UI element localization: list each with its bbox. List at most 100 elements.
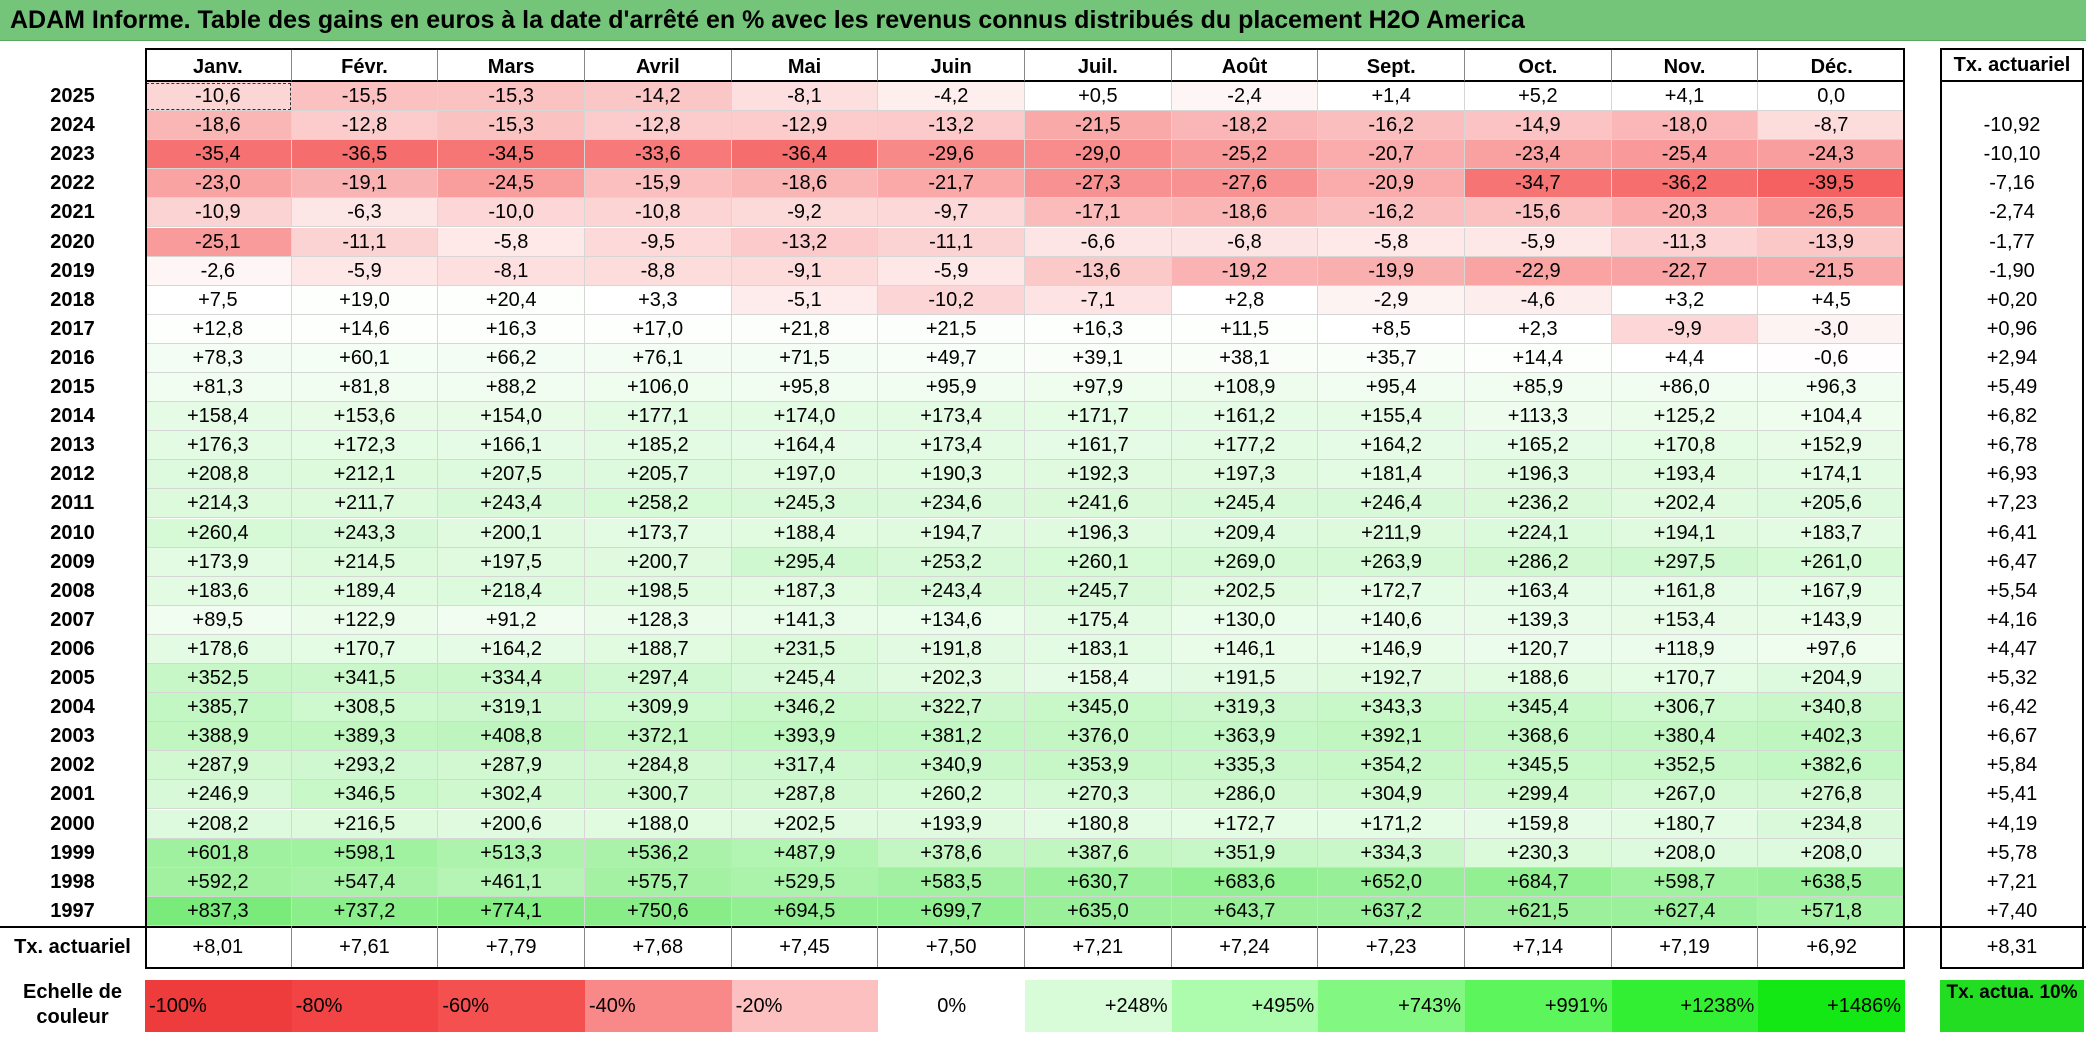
gain-cell: +245,3 — [731, 489, 879, 519]
gain-cell: +209,4 — [1171, 518, 1319, 548]
gain-cell: +208,2 — [145, 809, 292, 839]
gain-cell: +246,4 — [1318, 489, 1466, 519]
gain-cell: +402,3 — [1758, 722, 1906, 752]
actuarial-rate-cell: +5,32 — [1986, 667, 2038, 689]
year-label: 2023 — [50, 143, 95, 166]
gain-cell: +270,3 — [1025, 780, 1172, 810]
gain-cell: +214,5 — [291, 547, 439, 577]
gain-cell: +243,4 — [878, 576, 1025, 606]
gain-cell: +185,2 — [585, 431, 732, 461]
gain-cell: +202,5 — [1171, 576, 1319, 606]
year-label: 2001 — [50, 783, 95, 806]
gain-cell: +95,8 — [731, 373, 879, 403]
gain-cell: +16,3 — [438, 314, 585, 344]
gain-cell: +180,8 — [1025, 809, 1172, 839]
gain-cell: -0,6 — [1758, 343, 1906, 373]
month-header-9: Sept. — [1318, 48, 1466, 82]
actuarial-rate-cell: +5,41 — [1986, 783, 2038, 806]
gain-cell: +392,1 — [1318, 722, 1466, 752]
gain-cell: +152,9 — [1758, 431, 1906, 461]
actuarial-rate-cell: +6,47 — [1986, 550, 2038, 573]
gain-cell: +146,9 — [1318, 634, 1466, 664]
year-label: 2003 — [50, 725, 95, 748]
gain-cell: -15,9 — [585, 169, 732, 199]
year-label: 2008 — [50, 579, 95, 602]
year-label: 1999 — [50, 841, 95, 864]
gain-cell: -25,4 — [1611, 140, 1759, 170]
gain-cell: +286,2 — [1465, 547, 1612, 577]
gain-cell: +190,3 — [878, 460, 1025, 490]
actuarial-rate-cell: -2,74 — [1989, 201, 2035, 224]
gain-cell: -13,2 — [731, 227, 879, 257]
gain-cell: +134,6 — [878, 605, 1025, 635]
gain-cell: +163,4 — [1465, 576, 1612, 606]
gain-cell: +200,6 — [438, 809, 585, 839]
actuarial-rate-cell: +0,20 — [1986, 288, 2038, 311]
gain-cell: +173,7 — [585, 518, 732, 548]
gain-cell: -9,9 — [1611, 314, 1759, 344]
gain-cell: +193,9 — [878, 809, 1025, 839]
gain-cell: +241,6 — [1025, 489, 1172, 519]
year-label: 2000 — [50, 812, 95, 835]
gain-cell: +286,0 — [1171, 780, 1319, 810]
gain-cell: +737,2 — [291, 896, 439, 926]
gain-cell: +174,1 — [1758, 460, 1906, 490]
gain-cell: +683,6 — [1171, 867, 1319, 897]
gain-cell: -15,3 — [438, 111, 585, 141]
gain-cell: +245,4 — [1171, 489, 1319, 519]
gain-cell: -15,6 — [1465, 198, 1612, 228]
gain-cell: +231,5 — [731, 634, 879, 664]
gain-cell: -18,6 — [731, 169, 879, 199]
gain-cell: +334,4 — [438, 664, 585, 694]
year-label: 2017 — [50, 317, 95, 340]
gain-cell: +340,8 — [1758, 693, 1906, 723]
gain-cell: -14,2 — [585, 82, 732, 112]
year-label: 2010 — [50, 521, 95, 544]
gain-cell: +183,6 — [145, 576, 292, 606]
gain-cell: +387,6 — [1025, 838, 1172, 868]
month-header-7: Juil. — [1025, 48, 1172, 82]
gain-cell: +122,9 — [291, 605, 439, 635]
gain-cell: +164,2 — [438, 634, 585, 664]
gain-cell: -8,7 — [1758, 111, 1906, 141]
gain-cell: +181,4 — [1318, 460, 1466, 490]
actuarial-rate-cell: +4,47 — [1986, 637, 2038, 660]
year-label: 2021 — [50, 201, 95, 224]
gain-cell: -29,6 — [878, 140, 1025, 170]
gain-cell: +287,9 — [438, 751, 585, 781]
gain-cell: +346,5 — [291, 780, 439, 810]
year-label: 2007 — [50, 608, 95, 631]
gain-cell: +125,2 — [1611, 402, 1759, 432]
gain-cell: +81,8 — [291, 373, 439, 403]
gain-cell: +340,9 — [878, 751, 1025, 781]
gain-cell: +234,8 — [1758, 809, 1906, 839]
gain-cell: +260,1 — [1025, 547, 1172, 577]
gain-cell: -23,0 — [145, 169, 292, 199]
gain-cell: +302,4 — [438, 780, 585, 810]
gain-cell: +352,5 — [1611, 751, 1759, 781]
gain-cell: +694,5 — [731, 896, 879, 926]
gain-cell: +635,0 — [1025, 896, 1172, 926]
gain-cell: -5,9 — [878, 256, 1025, 286]
year-label: 2018 — [50, 288, 95, 311]
gain-cell: -12,8 — [585, 111, 732, 141]
gain-cell: +345,0 — [1025, 693, 1172, 723]
gain-cell: -20,7 — [1318, 140, 1466, 170]
gain-cell: +66,2 — [438, 343, 585, 373]
gain-cell: +378,6 — [878, 838, 1025, 868]
gain-cell: -36,4 — [731, 140, 879, 170]
gain-cell: +159,8 — [1465, 809, 1612, 839]
gain-cell: +161,7 — [1025, 431, 1172, 461]
gain-cell: +78,3 — [145, 343, 292, 373]
gain-cell: -23,4 — [1465, 140, 1612, 170]
gain-cell: 0,0 — [1758, 82, 1906, 112]
gain-cell: +173,4 — [878, 431, 1025, 461]
gain-cell: -14,9 — [1465, 111, 1612, 141]
gain-cell: +158,4 — [145, 402, 292, 432]
actuarial-rate-cell: +4,19 — [1986, 812, 2038, 835]
gain-cell: +389,3 — [291, 722, 439, 752]
gain-cell: -18,2 — [1171, 111, 1319, 141]
gain-cell: +14,4 — [1465, 343, 1612, 373]
actuarial-rate-cell: +6,93 — [1986, 463, 2038, 486]
actuarial-rate-cell: +5,49 — [1986, 376, 2038, 398]
